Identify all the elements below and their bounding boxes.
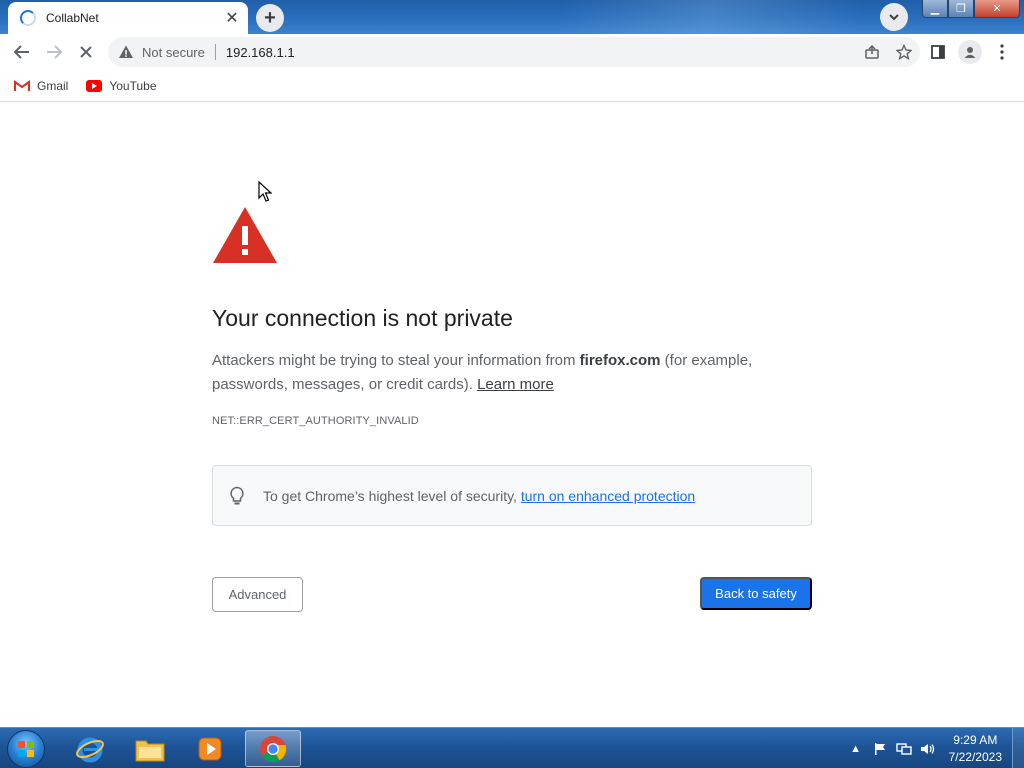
bookmarks-bar: Gmail YouTube	[0, 70, 1024, 102]
browser-menu-button[interactable]	[990, 40, 1014, 64]
bookmark-label: Gmail	[37, 78, 69, 93]
mouse-cursor-icon	[258, 181, 272, 202]
youtube-icon	[86, 79, 103, 92]
lightbulb-icon	[229, 485, 247, 507]
clock-time: 9:29 AM	[953, 732, 998, 747]
warning-triangle-icon	[213, 207, 277, 263]
system-clock[interactable]: 9:29 AM 7/22/2023	[949, 732, 1002, 766]
share-icon[interactable]	[862, 42, 882, 62]
person-icon	[964, 47, 976, 58]
folder-icon	[135, 740, 165, 761]
windows-taskbar: ▲ 9:29 AM 7/22/2023	[0, 727, 1024, 768]
show-hidden-icons-icon[interactable]: ▲	[847, 740, 865, 758]
profile-avatar[interactable]	[958, 40, 982, 64]
side-panel-icon	[931, 45, 945, 59]
close-tab-icon[interactable]: ✕	[222, 8, 242, 28]
close-window-button[interactable]: ✕	[974, 0, 1020, 18]
taskbar-file-explorer[interactable]	[122, 730, 178, 767]
new-tab-button[interactable]: +	[256, 4, 284, 32]
error-description: Attackers might be trying to steal your …	[212, 349, 792, 397]
tab-collabnet[interactable]: CollabNet ✕	[8, 2, 248, 34]
tab-title: CollabNet	[46, 11, 99, 25]
action-center-flag-icon[interactable]	[871, 740, 889, 758]
taskbar-media-player[interactable]	[182, 730, 238, 767]
chevron-down-icon	[889, 14, 899, 21]
system-tray: ▲ 9:29 AM 7/22/2023	[847, 728, 1024, 768]
window-controls: ▁ ❐ ✕	[922, 0, 1020, 18]
clock-date: 7/22/2023	[948, 749, 1002, 764]
arrow-left-icon	[13, 45, 29, 59]
enhanced-protection-link[interactable]: turn on enhanced protection	[521, 488, 695, 504]
bookmark-star-icon[interactable]	[894, 42, 914, 62]
windows-logo-icon	[18, 741, 34, 757]
back-button[interactable]	[8, 38, 36, 66]
enhanced-prefix: To get Chrome’s highest level of securit…	[263, 487, 521, 504]
show-desktop-button[interactable]	[1012, 728, 1024, 768]
restore-button[interactable]: ❐	[948, 0, 974, 18]
omnibox-separator	[214, 44, 216, 60]
omnibox-actions	[862, 42, 914, 62]
stop-x-icon	[80, 46, 92, 58]
url-text[interactable]: 192.168.1.1	[226, 45, 295, 60]
forward-button[interactable]	[40, 38, 68, 66]
gmail-icon	[14, 79, 30, 92]
taskbar-chrome[interactable]	[245, 730, 301, 767]
enhanced-protection-box: To get Chrome’s highest level of securit…	[212, 465, 812, 526]
browser-toolbar: Not secure 192.168.1.1	[0, 34, 1024, 70]
bookmark-youtube[interactable]: YouTube	[86, 78, 157, 93]
bookmark-label: YouTube	[109, 78, 157, 93]
privacy-error-page: Your connection is not private Attackers…	[0, 103, 1024, 727]
not-secure-warning-icon[interactable]	[118, 44, 134, 60]
minimize-button[interactable]: ▁	[922, 0, 948, 18]
description-prefix: Attackers might be trying to steal your …	[212, 352, 580, 369]
stop-loading-button[interactable]	[72, 38, 100, 66]
media-player-icon	[198, 737, 222, 760]
learn-more-link[interactable]: Learn more	[477, 376, 554, 393]
bookmark-gmail[interactable]: Gmail	[14, 79, 68, 93]
three-dots-vertical-icon	[1000, 44, 1004, 60]
target-domain: firefox.com	[579, 352, 661, 369]
arrow-right-icon	[47, 45, 63, 59]
taskbar-internet-explorer[interactable]	[62, 730, 118, 767]
chrome-icon	[260, 735, 287, 762]
page-heading: Your connection is not private	[212, 305, 513, 331]
address-bar[interactable]: Not secure 192.168.1.1	[108, 37, 920, 67]
enhanced-protection-text: To get Chrome’s highest level of securit…	[263, 488, 695, 504]
browser-titlebar: CollabNet ✕ + ▁ ❐ ✕	[0, 0, 1024, 34]
volume-icon[interactable]	[919, 740, 937, 758]
tab-search-button[interactable]	[880, 3, 908, 31]
loading-spinner-icon	[20, 10, 36, 26]
internet-explorer-icon	[76, 737, 104, 762]
side-panel-button[interactable]	[926, 40, 950, 64]
back-to-safety-button[interactable]: Back to safety	[700, 577, 812, 610]
error-code[interactable]: NET::ERR_CERT_AUTHORITY_INVALID	[212, 415, 419, 427]
not-secure-label[interactable]: Not secure	[142, 45, 205, 60]
start-button[interactable]	[7, 730, 45, 768]
advanced-button[interactable]: Advanced	[212, 577, 303, 612]
network-icon[interactable]	[895, 740, 913, 758]
